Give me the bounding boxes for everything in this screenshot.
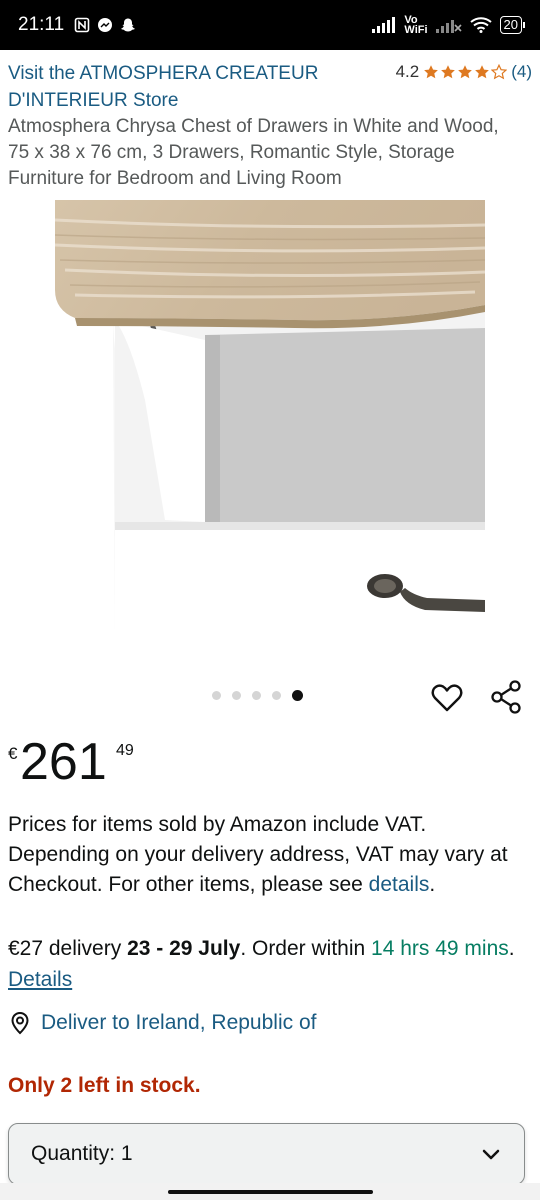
heart-icon[interactable] xyxy=(430,681,464,715)
price-whole: 261 xyxy=(20,733,107,791)
star-full-icon xyxy=(475,65,490,79)
messenger-icon xyxy=(98,18,113,32)
wifi-icon xyxy=(469,17,492,33)
star-full-icon xyxy=(424,65,439,79)
star-full-icon xyxy=(458,65,473,79)
star-empty-icon xyxy=(491,64,508,80)
delivery-dates: 23 - 29 July xyxy=(127,937,241,960)
delivery-countdown: 14 hrs 49 mins xyxy=(371,937,509,960)
status-bar: 21:11 Vo WiFi 20 xyxy=(0,0,540,50)
vat-notice: Prices for items sold by Amazon include … xyxy=(8,810,523,900)
product-image[interactable] xyxy=(55,200,485,633)
product-photo xyxy=(55,200,485,633)
vat-details-link[interactable]: details xyxy=(369,873,430,896)
star-full-icon xyxy=(441,65,456,79)
carousel-dot[interactable] xyxy=(212,691,221,700)
home-indicator[interactable] xyxy=(168,1190,373,1194)
delivery-sep: . xyxy=(508,937,515,960)
store-row: Visit the ATMOSPHERA CREATEUR D'INTERIEU… xyxy=(8,60,532,112)
signal-off-icon xyxy=(435,20,462,33)
quantity-label: Quantity: 1 xyxy=(31,1142,133,1165)
battery-indicator: 20 xyxy=(499,16,526,34)
status-right: Vo WiFi 20 xyxy=(372,14,526,36)
carousel-dots xyxy=(212,690,303,701)
delivery-middle: . Order within xyxy=(240,937,372,960)
stock-status: Only 2 left in stock. xyxy=(8,1074,201,1097)
carousel-dot[interactable] xyxy=(252,691,261,700)
delivery-prefix: €27 delivery xyxy=(8,937,128,960)
location-pin-icon xyxy=(11,1011,29,1035)
nfc-icon xyxy=(74,17,90,33)
carousel-dot-active[interactable] xyxy=(292,690,303,701)
chevron-down-icon xyxy=(482,1149,500,1160)
price-fraction: 49 xyxy=(116,742,134,759)
vat-end: . xyxy=(429,873,436,896)
rating-value: 4.2 xyxy=(395,62,420,81)
deliver-to[interactable]: Deliver to Ireland, Republic of xyxy=(8,1011,316,1035)
carousel-dot[interactable] xyxy=(232,691,241,700)
signal-icon xyxy=(372,17,396,33)
snapchat-icon xyxy=(121,18,136,32)
delivery-details-link[interactable]: Details xyxy=(8,968,72,991)
carousel-dot[interactable] xyxy=(272,691,281,700)
price-symbol: € xyxy=(8,744,18,763)
delivery-info: €27 delivery 23 - 29 July. Order within … xyxy=(8,933,528,995)
deliver-to-text: Deliver to Ireland, Republic of xyxy=(41,1011,317,1034)
store-link[interactable]: Visit the ATMOSPHERA CREATEUR D'INTERIEU… xyxy=(8,60,348,114)
share-icon[interactable] xyxy=(490,680,524,714)
quantity-select[interactable]: Quantity: 1 xyxy=(8,1123,525,1185)
product-title: Atmosphera Chrysa Chest of Drawers in Wh… xyxy=(8,116,499,189)
star-rating xyxy=(423,64,508,80)
rating-count: (4) xyxy=(511,62,532,81)
rating[interactable]: 4.2 (4) xyxy=(396,62,532,82)
vowifi-indicator: Vo WiFi xyxy=(404,14,428,36)
notification-icons xyxy=(74,17,136,33)
status-time: 21:11 xyxy=(18,14,65,35)
